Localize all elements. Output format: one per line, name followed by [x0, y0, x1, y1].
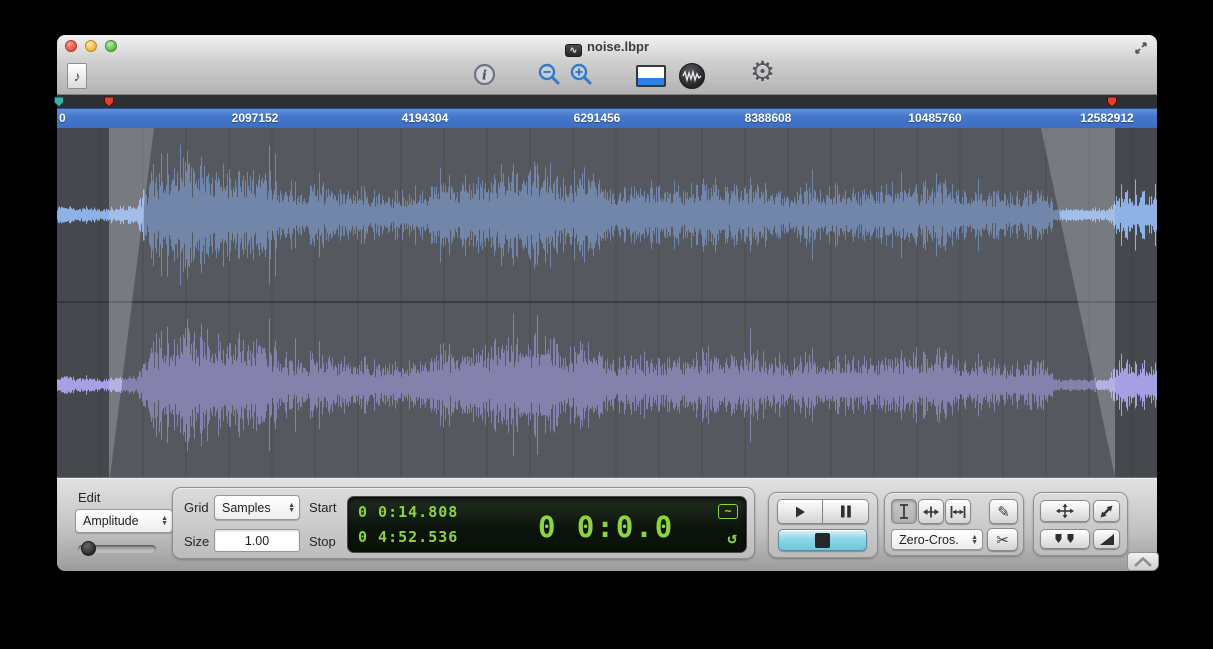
ramp-triangle-icon	[1099, 533, 1115, 546]
edit-mode-value: Amplitude	[83, 514, 157, 528]
anchor-marker[interactable]	[53, 96, 65, 108]
sample-ruler[interactable]: 0 2097152 4194304 6291456 8388608 10485760 125…	[57, 108, 1157, 128]
dual-marker-icon	[1054, 533, 1076, 545]
ruler-tick-label: 10485760	[908, 111, 961, 125]
bounds-tool-button[interactable]	[945, 499, 971, 524]
scissors-icon: ✂	[996, 531, 1009, 549]
stepper-arrows-icon: ▲▼	[971, 535, 978, 545]
grid-unit-value: Samples	[222, 501, 284, 515]
marker-strip[interactable]	[57, 95, 1157, 108]
grid-unit-select[interactable]: Samples ▲▼	[214, 495, 300, 520]
pencil-icon: ✎	[997, 503, 1010, 521]
ruler-tick-label: 0	[59, 111, 66, 125]
lcd-stop-time[interactable]: 0 4:52.536	[358, 528, 458, 546]
move-tool-button[interactable]	[1040, 500, 1090, 522]
zoom-in-icon[interactable]	[570, 63, 593, 86]
stepper-arrows-icon: ▲▼	[288, 503, 295, 513]
ruler-tick-label: 2097152	[232, 111, 279, 125]
slider-knob[interactable]	[81, 541, 96, 556]
lcd-loop-icon[interactable]: ↺	[727, 528, 737, 547]
window-title: noise.lbpr	[587, 39, 649, 54]
svg-text:i: i	[482, 69, 487, 84]
ruler-tick-label: 8388608	[745, 111, 792, 125]
stop-icon	[815, 533, 830, 548]
edit-mode-select[interactable]: Amplitude ▲▼	[75, 509, 173, 533]
zoom-out-icon[interactable]	[538, 63, 561, 86]
h-expand-icon	[922, 504, 940, 520]
scale-tool-button[interactable]	[1093, 500, 1120, 522]
move-arrows-icon	[1055, 503, 1075, 519]
ruler-tick-label: 6291456	[574, 111, 621, 125]
display-mode-icon[interactable]	[636, 65, 666, 87]
waveform-display[interactable]	[57, 128, 1157, 477]
snap-mode-select[interactable]: Zero-Cros. ▲▼	[891, 529, 983, 550]
diagonal-arrows-icon	[1099, 504, 1114, 519]
ibeam-icon	[896, 503, 912, 520]
ruler-tick-label: 12582912	[1080, 111, 1133, 125]
bounds-icon	[949, 504, 967, 520]
fullscreen-icon[interactable]	[1133, 40, 1149, 56]
collapse-chevron-button[interactable]	[1127, 552, 1159, 571]
info-icon[interactable]: i	[473, 63, 496, 86]
selection-end-marker[interactable]	[1106, 96, 1118, 108]
toolbar: ♪ i ⚙	[57, 59, 1157, 95]
ibeam-tool-button[interactable]	[891, 499, 917, 524]
fade-tool-button[interactable]	[1093, 529, 1120, 549]
play-icon	[793, 505, 807, 519]
window-title-bar[interactable]: ∿ noise.lbpr	[57, 39, 1157, 57]
size-input[interactable]	[214, 529, 300, 552]
waveform-canvas[interactable]	[57, 128, 1157, 477]
cut-tool-button[interactable]: ✂	[987, 528, 1018, 551]
edit-amount-slider[interactable]	[78, 545, 156, 553]
ruler-tick-label: 4194304	[402, 111, 449, 125]
stop-button[interactable]	[778, 529, 867, 551]
lcd-position-time[interactable]: 0 0:0.0	[538, 510, 674, 544]
document-proxy-icon: ∿	[565, 44, 582, 57]
snap-mode-value: Zero-Cros.	[899, 533, 967, 547]
stepper-arrows-icon: ▲▼	[161, 516, 168, 526]
lcd-wave-mode-icon[interactable]: ~	[718, 504, 738, 519]
markers-tool-button[interactable]	[1040, 529, 1090, 549]
edit-label: Edit	[78, 490, 100, 505]
chevron-up-icon	[1132, 556, 1154, 568]
selection-start-marker[interactable]	[103, 96, 115, 108]
size-label: Size	[184, 534, 209, 549]
stretch-tool-button[interactable]	[918, 499, 944, 524]
waveform-view-icon[interactable]	[679, 63, 705, 89]
pause-icon	[840, 505, 852, 518]
pause-button[interactable]	[823, 499, 869, 524]
pencil-tool-button[interactable]: ✎	[989, 499, 1018, 524]
lcd-start-time[interactable]: 0 0:14.808	[358, 503, 458, 521]
grid-label: Grid	[184, 500, 209, 515]
start-label: Start	[309, 500, 336, 515]
settings-gear-icon[interactable]: ⚙	[750, 59, 775, 85]
sample-editor-window: ∿ noise.lbpr ♪ i	[57, 35, 1157, 571]
stop-label: Stop	[309, 534, 336, 549]
play-button[interactable]	[777, 499, 823, 524]
lcd-display: 0 0:14.808 0 4:52.536 0 0:0.0 ~ ↺	[347, 496, 747, 553]
audio-document-icon[interactable]: ♪	[67, 63, 87, 89]
desktop: ∿ noise.lbpr ♪ i	[0, 0, 1213, 649]
window-chrome: ∿ noise.lbpr ♪ i	[57, 35, 1157, 95]
